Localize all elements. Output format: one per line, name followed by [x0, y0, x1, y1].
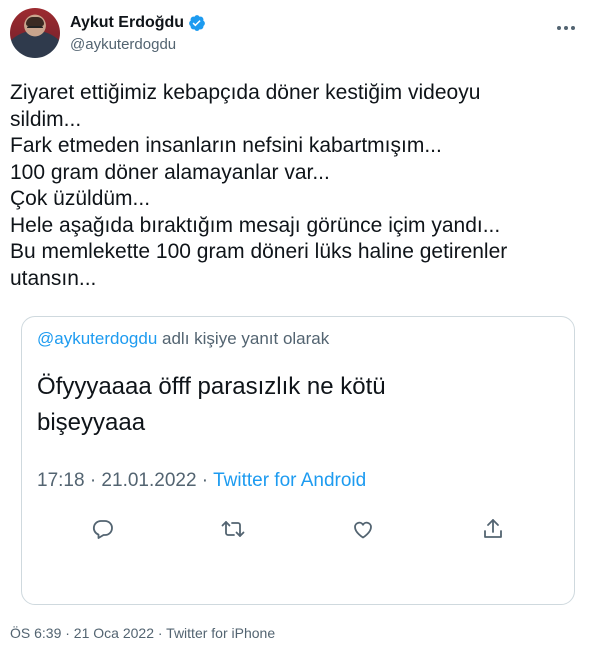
tweet-line: utansın... — [10, 266, 97, 290]
tweet-line: Bu memlekette 100 gram döneri lüks halin… — [10, 240, 508, 263]
tweet-line: Çok üzüldüm... — [10, 187, 151, 210]
reply-suffix: adlı kişiye yanıt olarak — [157, 329, 330, 348]
retweet-icon[interactable] — [218, 514, 248, 544]
author-name[interactable]: Aykut Erdoğdu — [70, 14, 184, 32]
tweet-line: Ziyaret ettiğimiz kebapçıda döner kestiğ… — [10, 81, 481, 104]
avatar[interactable] — [10, 8, 60, 58]
reply-context: @aykuterdogdu adlı kişiye yanıt olarak — [37, 329, 329, 349]
more-options-icon[interactable] — [551, 16, 581, 40]
quoted-tweet-meta: 17:18 · 21.01.2022 · Twitter for Android — [37, 470, 366, 492]
quoted-tweet-text: Öfyyyaaaa öfff parasızlık ne kötü bişeyy… — [37, 369, 386, 441]
tweet-timestamp[interactable]: ÖS 6:39 · 21 Oca 2022 · Twitter for iPho… — [10, 625, 275, 641]
share-icon[interactable] — [478, 514, 508, 544]
quoted-tweet-card[interactable]: @aykuterdogdu adlı kişiye yanıt olarak Ö… — [21, 316, 575, 605]
name-row: Aykut Erdoğdu — [70, 14, 206, 32]
heart-icon[interactable] — [348, 514, 378, 544]
tweet-text: Ziyaret ettiğimiz kebapçıda döner kestiğ… — [10, 80, 575, 292]
quote-line: bişeyyaaa — [37, 409, 146, 436]
verified-badge-icon — [188, 14, 206, 32]
tweet-line: Fark etmeden insanların nefsini kabartmı… — [10, 134, 442, 157]
reply-mention-link[interactable]: @aykuterdogdu — [37, 329, 157, 348]
quote-source-link[interactable]: Twitter for Android — [213, 470, 366, 491]
tweet-header: Aykut Erdoğdu @aykuterdogdu — [10, 8, 581, 58]
quote-line: Öfyyyaaaa öfff parasızlık ne kötü — [37, 373, 386, 400]
tweet-line: sildim... — [10, 107, 82, 131]
reply-icon[interactable] — [88, 514, 118, 544]
tweet-line: 100 gram döner alamayanlar var... — [10, 160, 330, 184]
author-info: Aykut Erdoğdu @aykuterdogdu — [70, 14, 206, 53]
action-bar — [88, 513, 508, 545]
author-handle[interactable]: @aykuterdogdu — [70, 36, 206, 53]
quote-timestamp[interactable]: 17:18 · 21.01.2022 · — [37, 470, 213, 491]
tweet-line: Hele aşağıda bıraktığım mesajı görünce i… — [10, 213, 501, 237]
